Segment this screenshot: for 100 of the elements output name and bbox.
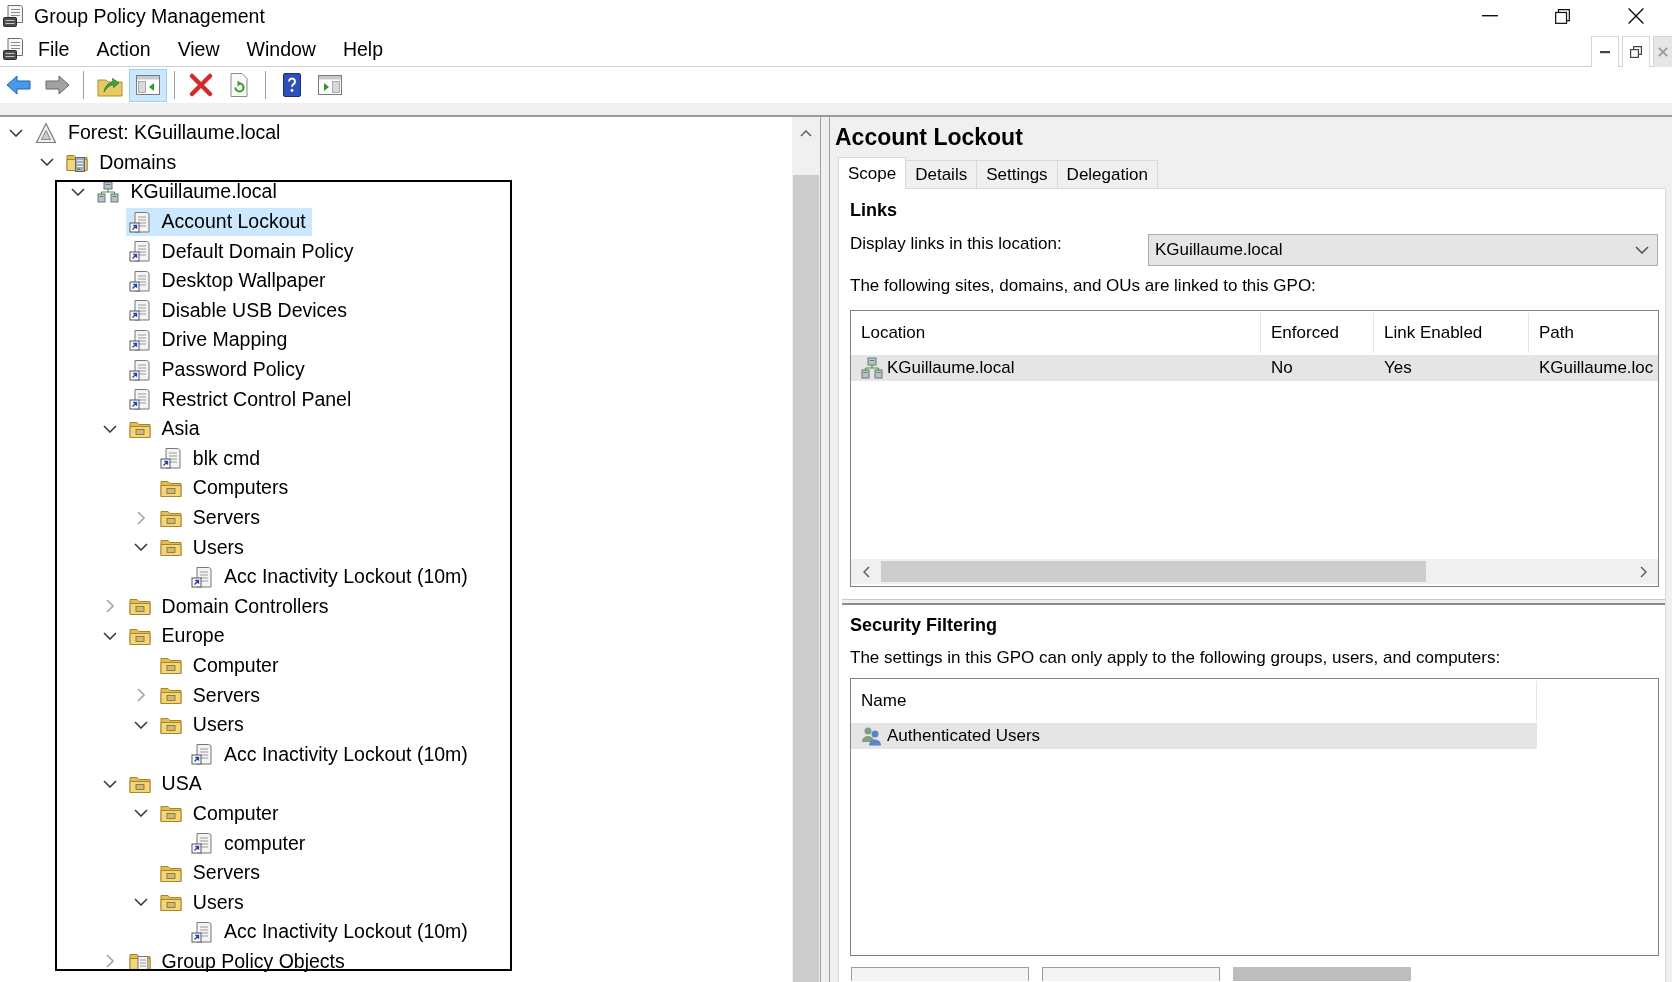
chevron-down-icon[interactable] [133,898,148,907]
action-button[interactable] [1042,967,1220,981]
scroll-shortcut-icon [191,920,213,943]
cross-icon [188,72,214,98]
tree-item[interactable]: computer [188,829,312,858]
table-row[interactable]: KGuillaume.local No Yes KGuillaume.loc [851,355,1658,381]
minimize-button[interactable] [1591,36,1619,67]
scroll-shortcut-icon [128,240,151,263]
tree-item[interactable]: Group Policy Objects [125,947,351,976]
section-heading: Links [850,199,897,221]
scroll-shortcut-icon [128,210,151,233]
tree-item[interactable]: blk cmd [156,444,266,473]
menu-item[interactable]: View [164,35,234,63]
scroll-shortcut-icon [128,299,151,322]
tree-item[interactable]: Europe [125,621,231,650]
tree-item[interactable]: Computers [156,473,295,502]
column-header[interactable]: Name [851,681,1537,721]
chevron-down-icon[interactable] [102,779,117,788]
links-list[interactable]: Location Enforced Link Enabled Path KGuillaume.local No Yes KGuillaume.loc [850,310,1659,587]
tree-item[interactable]: Acc Inactivity Lockout (10m) [188,562,474,591]
chevron-right-icon[interactable] [136,688,145,703]
chevron-down-icon[interactable] [133,543,148,552]
window-pane-icon [317,72,343,98]
chevron-down-icon[interactable] [40,158,55,167]
scroll-server-icon[interactable] [2,37,26,61]
chevron-down-icon[interactable] [102,424,117,433]
action-button[interactable] [851,967,1029,981]
table-cell: Yes [1384,358,1412,378]
tree-item[interactable]: Forest: KGuillaume.local [32,118,287,147]
horizontal-scrollbar[interactable] [851,559,1658,584]
close-icon [1658,47,1668,57]
security-list[interactable]: Name Authenticated Users [850,678,1659,956]
chevron-down-icon[interactable] [1635,246,1649,254]
tree-item[interactable]: Servers [156,503,266,532]
scroll-up-icon[interactable] [800,129,812,137]
chevron-right-icon[interactable] [105,954,114,969]
tree-item[interactable]: Computer [156,651,285,680]
tree-item[interactable]: Users [156,710,250,739]
column-header[interactable]: Location [851,313,1261,353]
tree-item[interactable]: Acc Inactivity Lockout (10m) [188,740,474,769]
scroll-shortcut-icon [128,328,151,351]
tree-item[interactable]: Default Domain Policy [125,237,360,266]
scroll-right-icon[interactable] [1639,565,1647,578]
tree-item[interactable]: Users [156,888,250,917]
scroll-shortcut-icon [159,447,182,470]
table-cell: No [1271,358,1293,378]
scrollbar-thumb[interactable] [881,561,1427,582]
tree-item[interactable]: Restrict Control Panel [125,385,358,414]
console-tree-button[interactable] [129,68,167,102]
column-header[interactable]: Link Enabled [1374,313,1529,353]
tab[interactable]: Delegation [1056,160,1158,188]
tree-item[interactable]: Account Lockout [125,207,312,236]
minimize-icon [1481,15,1498,17]
tree-item[interactable]: Computer [156,799,285,828]
tree-item[interactable]: Asia [125,414,206,443]
tree-item[interactable]: KGuillaume.local [94,178,283,206]
tree-item[interactable]: Desktop Wallpaper [125,266,332,295]
scroll-shortcut-icon [128,358,151,381]
chevron-down-icon[interactable] [133,809,148,818]
arrow-left-icon [6,75,32,95]
location-dropdown[interactable]: KGuillaume.local [1148,234,1658,266]
tree-item[interactable]: Acc Inactivity Lockout (10m) [188,917,474,946]
tree-item[interactable]: Disable USB Devices [125,296,353,325]
chevron-down-icon[interactable] [71,188,86,196]
tree-item[interactable]: Servers [156,858,266,887]
tree-item[interactable]: USA [125,769,208,798]
close-icon [1627,8,1644,24]
tree-item[interactable]: Domain Controllers [125,592,335,621]
table-row[interactable]: Authenticated Users [851,723,1537,749]
tree-item[interactable]: Password Policy [125,355,311,384]
table-cell: KGuillaume.local [887,358,1015,378]
tab[interactable]: Scope [838,157,907,189]
window-pane-icon [135,72,161,98]
tree-item[interactable]: Domains [63,148,183,177]
scroll-shortcut-icon [128,269,151,292]
scroll-left-icon[interactable] [862,565,870,578]
restore-button[interactable] [1622,36,1650,67]
tree-item[interactable]: Servers [156,681,266,710]
arrow-right-icon [44,75,70,95]
server-group-icon [97,181,120,203]
column-header[interactable]: Path [1529,313,1658,353]
field-label: Display links in this location: [850,234,1062,253]
table-cell: Authenticated Users [887,726,1041,746]
pane-splitter[interactable] [842,599,1665,605]
menu-item[interactable]: Action [82,35,165,63]
tree-item[interactable]: Drive Mapping [125,325,294,354]
chevron-right-icon[interactable] [136,510,145,525]
description-text: The settings in this GPO can only apply to the following groups, users, and computers: [850,648,1501,668]
column-header[interactable]: Enforced [1261,313,1374,353]
menu-item[interactable]: Window [233,35,330,63]
menu-item[interactable]: File [26,35,83,63]
menu-item[interactable]: Help [329,35,397,63]
scroll-shortcut-icon [128,388,151,411]
pane-splitter[interactable] [820,117,830,982]
chevron-down-icon[interactable] [133,720,148,729]
chevron-down-icon[interactable] [9,128,23,137]
chevron-down-icon[interactable] [102,631,117,640]
window-title: Group Policy Management [34,4,265,28]
tree-item[interactable]: Users [156,533,250,562]
chevron-right-icon[interactable] [105,599,114,614]
